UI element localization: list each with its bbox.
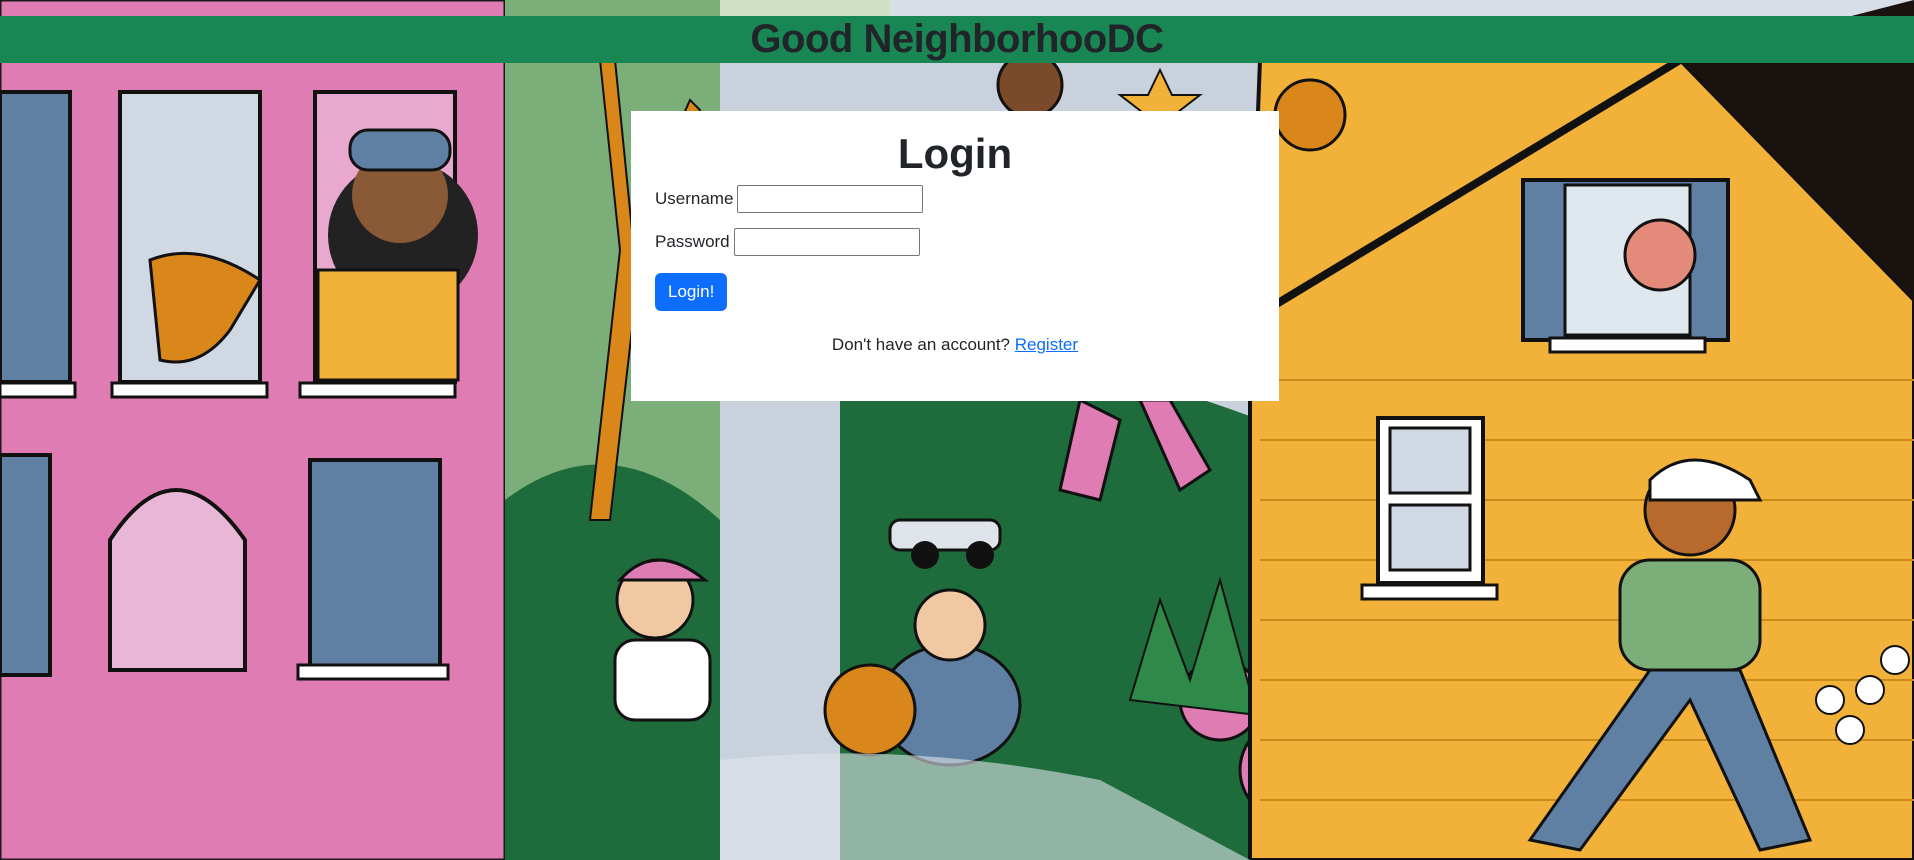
site-title: Good NeighborhooDC	[750, 17, 1164, 61]
password-input[interactable]	[733, 228, 920, 256]
username-label: Username	[655, 189, 734, 208]
username-input[interactable]	[737, 185, 924, 213]
register-prompt-line: Don't have an account? Register	[655, 335, 1255, 355]
login-button[interactable]: Login!	[655, 273, 728, 311]
header-bar: Good NeighborhooDC	[0, 16, 1914, 63]
login-card: Login Username Password Login! Don't hav…	[631, 111, 1279, 401]
register-prompt-text: Don't have an account?	[831, 335, 1011, 354]
login-heading: Login	[897, 130, 1013, 177]
password-row: Password	[655, 228, 1255, 256]
password-label: Password	[655, 232, 730, 251]
register-link[interactable]: Register	[1015, 335, 1078, 354]
username-row: Username	[655, 185, 1255, 213]
